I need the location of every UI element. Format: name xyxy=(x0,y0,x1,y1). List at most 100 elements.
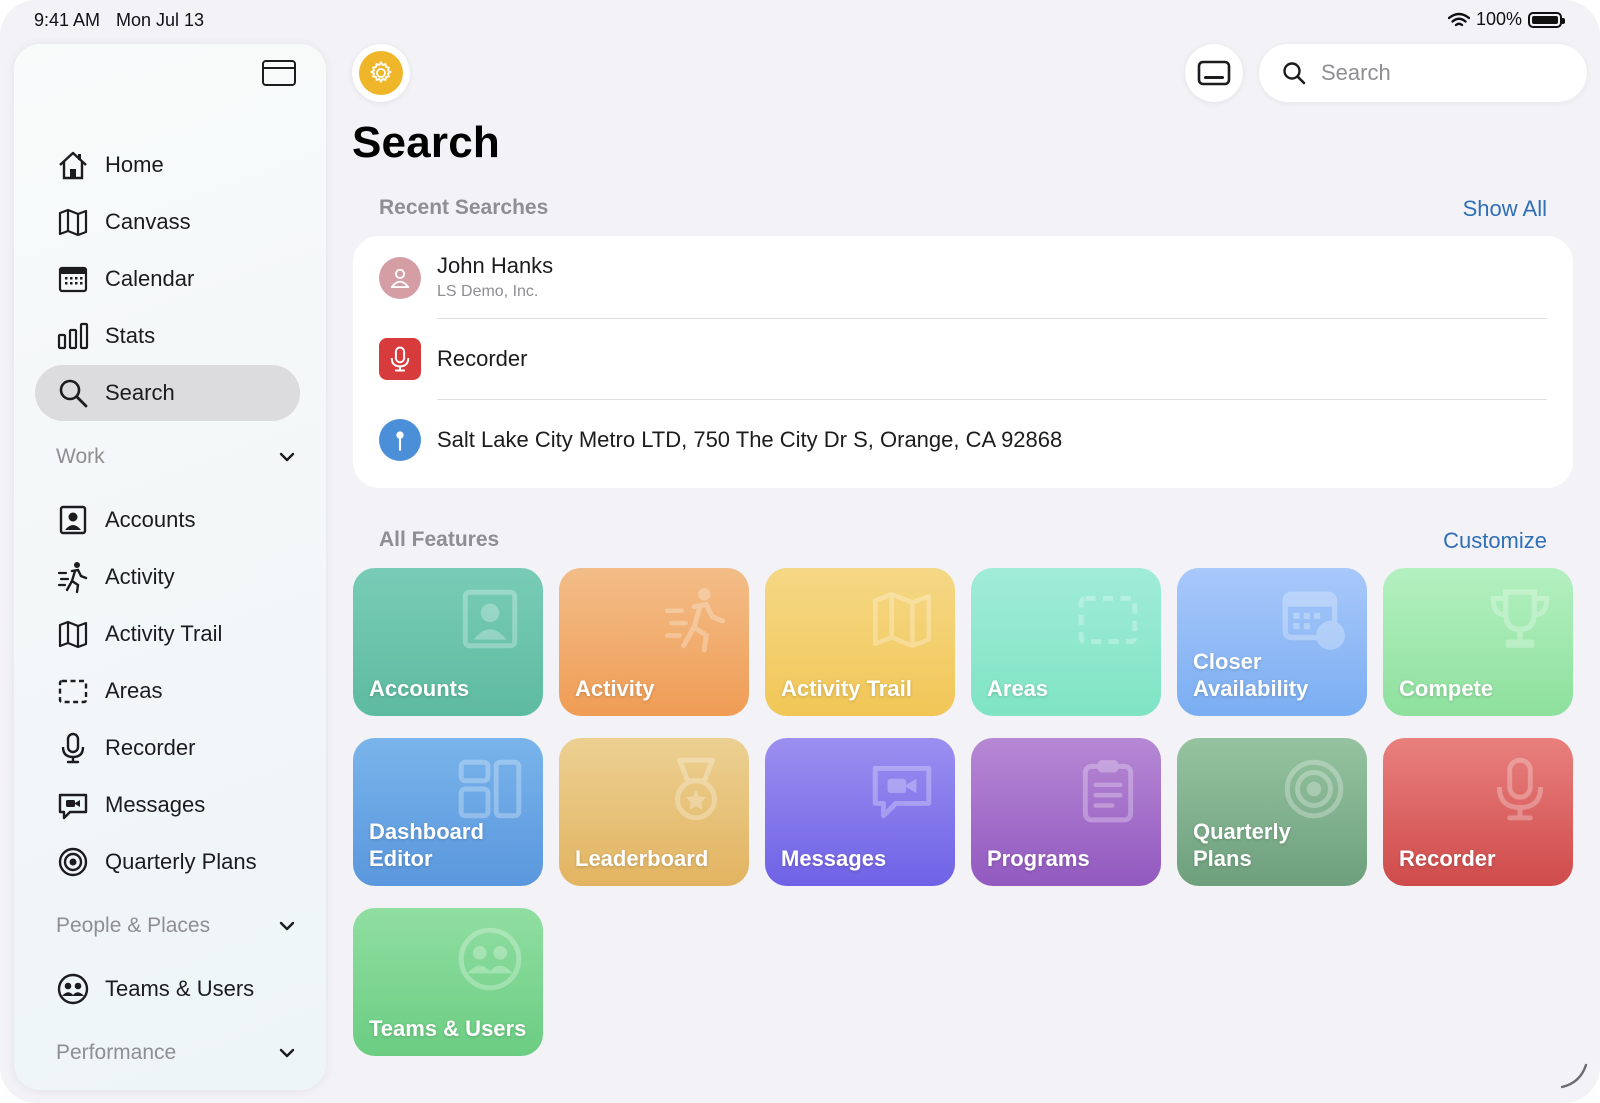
teams-icon xyxy=(55,971,91,1007)
feature-tile-accounts[interactable]: Accounts xyxy=(353,568,543,716)
activity-icon xyxy=(661,584,731,654)
sidebar-item-canvass[interactable]: Canvass xyxy=(35,194,300,250)
sidebar-item-label: Activity Trail xyxy=(105,621,223,646)
sidebar-item-teams-users[interactable]: Teams & Users xyxy=(35,961,300,1017)
sidebar-item-label: Canvass xyxy=(105,209,191,234)
search-field[interactable] xyxy=(1259,44,1587,102)
teams-icon xyxy=(455,924,525,994)
pin-icon xyxy=(379,419,421,461)
sidebar-item-search[interactable]: Search xyxy=(35,365,300,421)
sidebar-item-label: Activity xyxy=(105,564,175,589)
feature-tile-dashboard-editor[interactable]: Dashboard Editor xyxy=(353,738,543,886)
search-icon xyxy=(55,375,91,411)
sidebar-item-label: Messages xyxy=(105,792,206,817)
feature-tile-teams-users[interactable]: Teams & Users xyxy=(353,908,543,1056)
feature-tile-label: Programs xyxy=(987,846,1090,871)
sidebar-item-quarterly-plans[interactable]: Quarterly Plans xyxy=(35,834,300,890)
sidebar-item-recorder[interactable]: Recorder xyxy=(35,720,300,776)
sidebar-item-home[interactable]: Home xyxy=(35,137,300,193)
sidebar-item-label: Recorder xyxy=(105,735,196,760)
account-icon xyxy=(55,502,91,538)
status-date: Mon Jul 13 xyxy=(116,10,205,30)
recent-search-title: Salt Lake City Metro LTD, 750 The City D… xyxy=(437,427,1063,452)
sidebar-item-label: Calendar xyxy=(105,266,195,291)
feature-tile-activity-trail[interactable]: Activity Trail xyxy=(765,568,955,716)
status-indicators: 100% xyxy=(1447,9,1565,30)
map-icon xyxy=(867,584,937,654)
feature-tile-label: Leaderboard xyxy=(575,846,709,871)
feature-tile-label: Compete xyxy=(1399,676,1494,701)
sidebar-item-stats[interactable]: Stats xyxy=(35,308,300,364)
sidebar-item-areas[interactable]: Areas xyxy=(35,663,300,719)
sidebar-section-performance[interactable]: Performance xyxy=(56,1033,296,1073)
messages-icon xyxy=(867,754,937,824)
recent-searches-title: Recent Searches xyxy=(379,196,549,219)
feature-tile-areas[interactable]: Areas xyxy=(971,568,1161,716)
activity-icon xyxy=(55,559,91,595)
feature-tile-leaderboard[interactable]: Leaderboard xyxy=(559,738,749,886)
feature-tile-label: Teams & Users xyxy=(369,1016,527,1041)
sidebar-section-work[interactable]: Work xyxy=(56,437,296,477)
search-icon xyxy=(1283,62,1306,85)
ipad-screen: 9:41 AM Mon Jul 13 100% Home Canvass Calen… xyxy=(0,0,1600,1103)
sidebar-item-activity[interactable]: Activity xyxy=(35,549,300,605)
all-features-title: All Features xyxy=(379,528,500,551)
recent-search-item[interactable]: John Hanks LS Demo, Inc. xyxy=(353,238,1573,318)
dashboard-icon xyxy=(455,754,525,824)
target-icon xyxy=(55,844,91,880)
customize-link[interactable]: Customize xyxy=(1443,528,1547,554)
sidebar-item-accounts[interactable]: Accounts xyxy=(35,492,300,548)
medal-icon xyxy=(661,754,731,824)
chevron-down-icon xyxy=(279,1048,295,1058)
areas-icon xyxy=(55,673,91,709)
feature-tile-compete[interactable]: Compete xyxy=(1383,568,1573,716)
sidebar-toggle-icon[interactable] xyxy=(262,60,296,86)
home-icon xyxy=(55,147,91,183)
trophy-icon xyxy=(1485,584,1555,654)
resize-handle-icon xyxy=(1560,1063,1588,1089)
feature-tile-label: Accounts xyxy=(369,676,470,701)
sidebar-item-messages[interactable]: Messages xyxy=(35,777,300,833)
target-icon xyxy=(1279,754,1349,824)
sidebar-section-title: Performance xyxy=(56,1041,177,1064)
feature-tile-messages[interactable]: Messages xyxy=(765,738,955,886)
recent-search-title: Recorder xyxy=(437,346,528,371)
chevron-down-icon xyxy=(279,452,295,462)
feature-tile-label: Closer Availability xyxy=(1193,649,1309,701)
calendar-icon xyxy=(55,261,91,297)
areas-icon xyxy=(1073,584,1143,654)
feature-tile-label: Messages xyxy=(781,846,887,871)
sidebar-section-people-places[interactable]: People & Places xyxy=(56,906,296,946)
sidebar-item-calendar[interactable]: Calendar xyxy=(35,251,300,307)
settings-button[interactable] xyxy=(352,44,410,102)
recent-searches-list: John Hanks LS Demo, Inc. Recorder Salt Lake… xyxy=(353,236,1573,488)
feature-tile-label: Activity xyxy=(575,676,655,701)
wifi-icon xyxy=(1447,12,1470,26)
battery-percent: 100% xyxy=(1475,9,1522,29)
recent-search-item[interactable]: Recorder xyxy=(353,319,1573,399)
sidebar-item-label: Search xyxy=(105,380,175,405)
search-input[interactable] xyxy=(1319,59,1573,87)
sidebar: Home Canvass Calendar Stats Search Work Accoun… xyxy=(14,44,326,1090)
sidebar-item-label: Quarterly Plans xyxy=(105,849,257,874)
clipboard-icon xyxy=(1073,754,1143,824)
feature-tile-activity[interactable]: Activity xyxy=(559,568,749,716)
status-bar: 9:41 AM Mon Jul 13 100% xyxy=(0,0,1600,42)
battery-icon xyxy=(1528,11,1565,28)
feature-tile-closer-availability[interactable]: Closer Availability xyxy=(1177,568,1367,716)
show-all-link[interactable]: Show All xyxy=(1463,196,1547,222)
keyboard-icon xyxy=(1197,60,1231,86)
stats-icon xyxy=(55,318,91,354)
person-icon xyxy=(379,257,421,299)
calendar-clock-icon xyxy=(1279,584,1349,654)
feature-tile-recorder[interactable]: Recorder xyxy=(1383,738,1573,886)
feature-tile-programs[interactable]: Programs xyxy=(971,738,1161,886)
sidebar-item-label: Accounts xyxy=(105,507,196,532)
feature-tile-quarterly-plans[interactable]: Quarterly Plans xyxy=(1177,738,1367,886)
keyboard-button[interactable] xyxy=(1185,44,1243,102)
feature-tile-label: Recorder xyxy=(1399,846,1496,871)
feature-tile-label: Quarterly Plans xyxy=(1193,819,1291,871)
recent-search-item[interactable]: Salt Lake City Metro LTD, 750 The City D… xyxy=(353,400,1573,480)
sidebar-section-title: Work xyxy=(56,445,105,468)
sidebar-item-activity-trail[interactable]: Activity Trail xyxy=(35,606,300,662)
